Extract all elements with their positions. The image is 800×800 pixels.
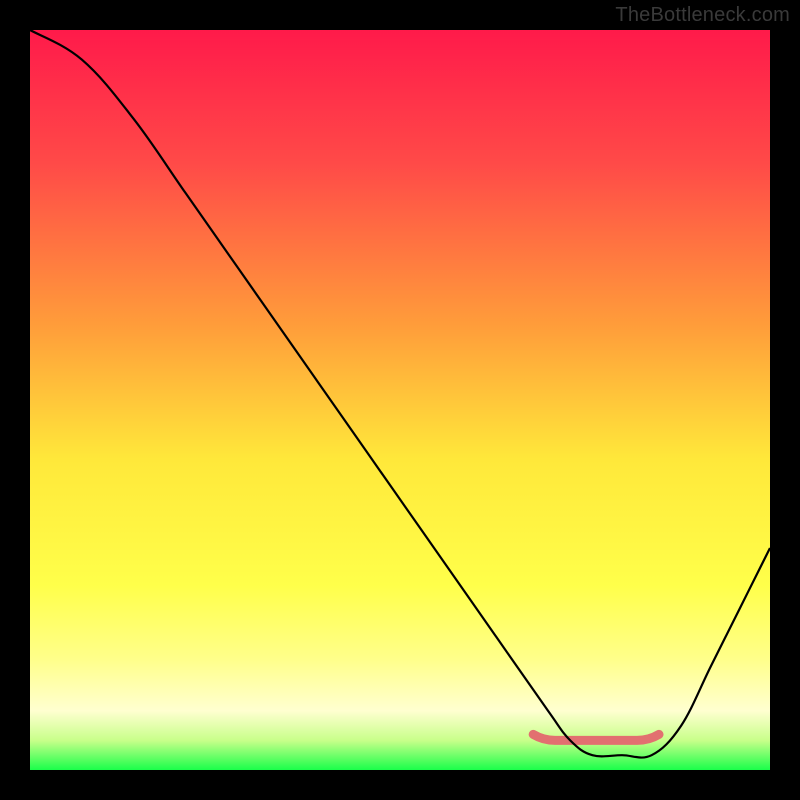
bottleneck-curve [30,30,770,758]
chart-container: TheBottleneck.com [0,0,800,800]
curve-layer [30,30,770,770]
watermark-text: TheBottleneck.com [615,4,790,27]
highlight-segment [533,734,659,740]
plot-area [30,30,770,770]
